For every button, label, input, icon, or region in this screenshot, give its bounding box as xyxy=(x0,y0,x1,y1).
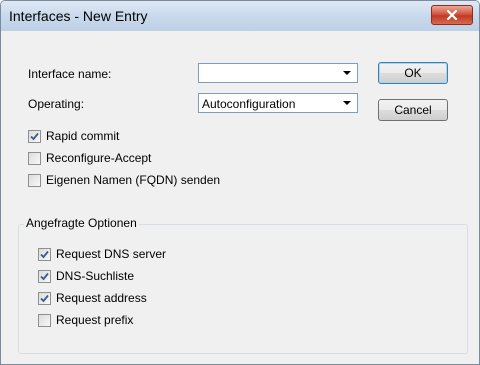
operating-value: Autoconfiguration xyxy=(202,97,296,111)
interface-name-combo[interactable] xyxy=(198,63,358,83)
requested-option-checkbox-label: DNS-Suchliste xyxy=(56,269,135,283)
requested-option-checkbox-label: Request prefix xyxy=(56,313,134,327)
checkbox-checked-icon[interactable] xyxy=(38,270,51,283)
checkbox-unchecked-icon[interactable] xyxy=(28,152,41,165)
requested-option-checkbox-label: Request DNS server xyxy=(56,247,167,261)
operating-label: Operating: xyxy=(28,97,85,111)
chevron-down-icon[interactable] xyxy=(343,101,351,105)
checkbox-unchecked-icon[interactable] xyxy=(38,314,51,327)
close-icon xyxy=(446,10,458,20)
checkbox-checked-icon[interactable] xyxy=(28,130,41,143)
title-bar[interactable]: Interfaces - New Entry xyxy=(1,1,479,31)
requested-options-group xyxy=(18,224,468,354)
checkbox-unchecked-icon[interactable] xyxy=(28,174,41,187)
dialog-window: Interfaces - New Entry Interface name: O… xyxy=(0,0,480,365)
requested-options-title: Angefragte Optionen xyxy=(24,216,139,230)
interface-name-label: Interface name: xyxy=(28,67,112,81)
operating-combo[interactable]: Autoconfiguration xyxy=(198,93,358,113)
ok-button[interactable]: OK xyxy=(378,62,448,84)
close-button[interactable] xyxy=(431,5,473,25)
cancel-button[interactable]: Cancel xyxy=(378,99,448,121)
option-checkbox-label: Eigenen Namen (FQDN) senden xyxy=(46,173,221,187)
option-checkbox-label: Rapid commit xyxy=(46,129,120,143)
window-title: Interfaces - New Entry xyxy=(9,8,148,24)
chevron-down-icon[interactable] xyxy=(343,71,351,75)
option-checkbox-label: Reconfigure-Accept xyxy=(46,151,152,165)
checkbox-checked-icon[interactable] xyxy=(38,292,51,305)
requested-option-checkbox-label: Request address xyxy=(56,291,147,305)
dialog-content: Interface name: Operating: Autoconfigura… xyxy=(8,31,472,358)
checkbox-checked-icon[interactable] xyxy=(38,248,51,261)
